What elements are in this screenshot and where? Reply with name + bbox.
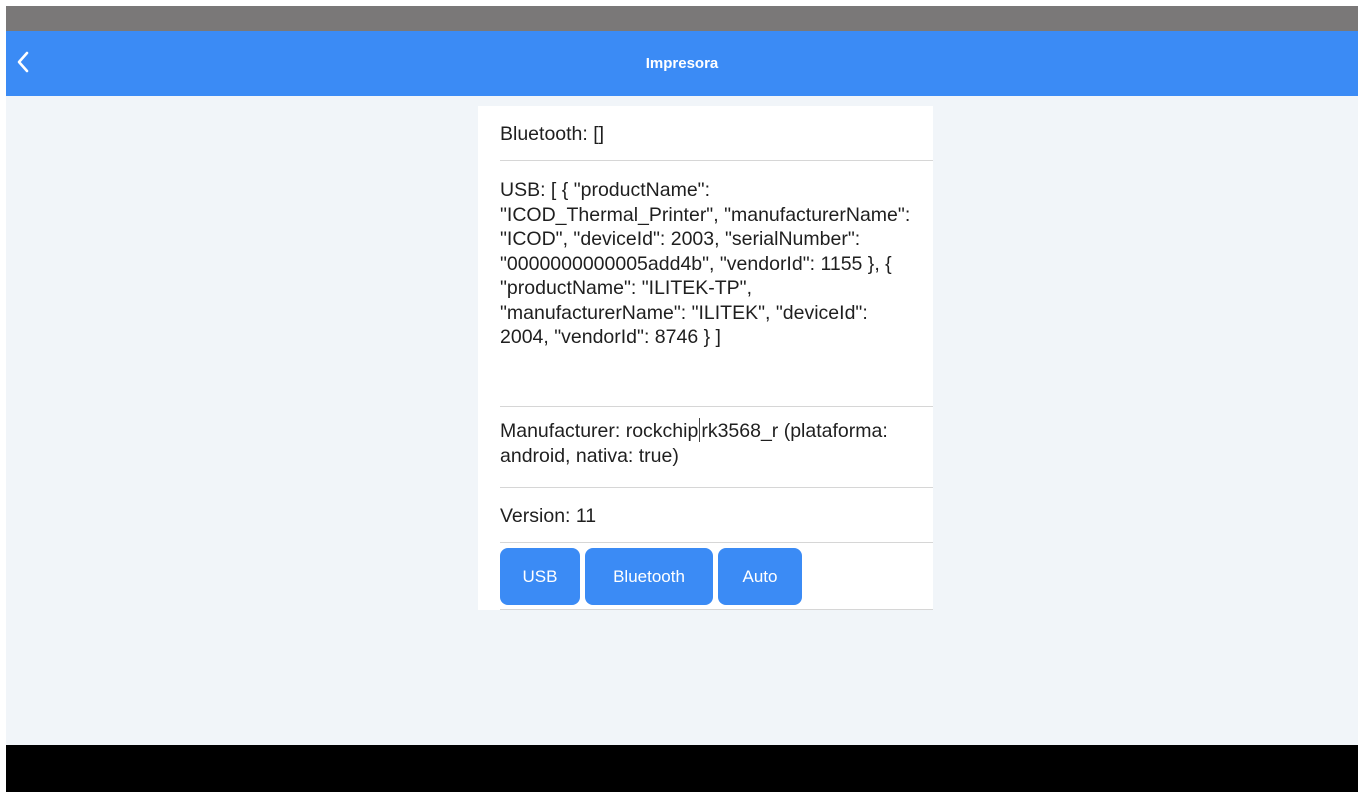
navigation-bar: [6, 745, 1358, 792]
list-item-bluetooth: Bluetooth: []: [500, 106, 933, 161]
version-text: Version: 11: [500, 505, 597, 527]
manufacturer-text: Manufacturer: rockchip rk3568_r (platafor…: [500, 407, 933, 468]
list-item-usb: USB: [ { "productName": "ICOD_Thermal_Pr…: [500, 161, 933, 407]
list-item-version: Version: 11: [500, 488, 933, 543]
app-screen: Impresora Bluetooth: [] USB: [ { "produc…: [6, 6, 1358, 792]
app-header: Impresora: [6, 31, 1358, 96]
printer-info-card: Bluetooth: [] USB: [ { "productName": "I…: [478, 106, 933, 610]
list-item-manufacturer: Manufacturer: rockchip rk3568_r (platafor…: [500, 407, 933, 488]
auto-button[interactable]: Auto: [718, 548, 802, 605]
bluetooth-button[interactable]: Bluetooth: [585, 548, 713, 605]
usb-devices-text: USB: [ { "productName": "ICOD_Thermal_Pr…: [500, 179, 911, 348]
manufacturer-text-start: Manufacturer: rockchip: [500, 420, 699, 442]
bluetooth-devices-text: Bluetooth: []: [500, 123, 605, 145]
usb-button[interactable]: USB: [500, 548, 580, 605]
list-item-actions: USB Bluetooth Auto: [500, 543, 933, 610]
connection-buttons: USB Bluetooth Auto: [500, 548, 802, 605]
page-title: Impresora: [645, 55, 719, 72]
